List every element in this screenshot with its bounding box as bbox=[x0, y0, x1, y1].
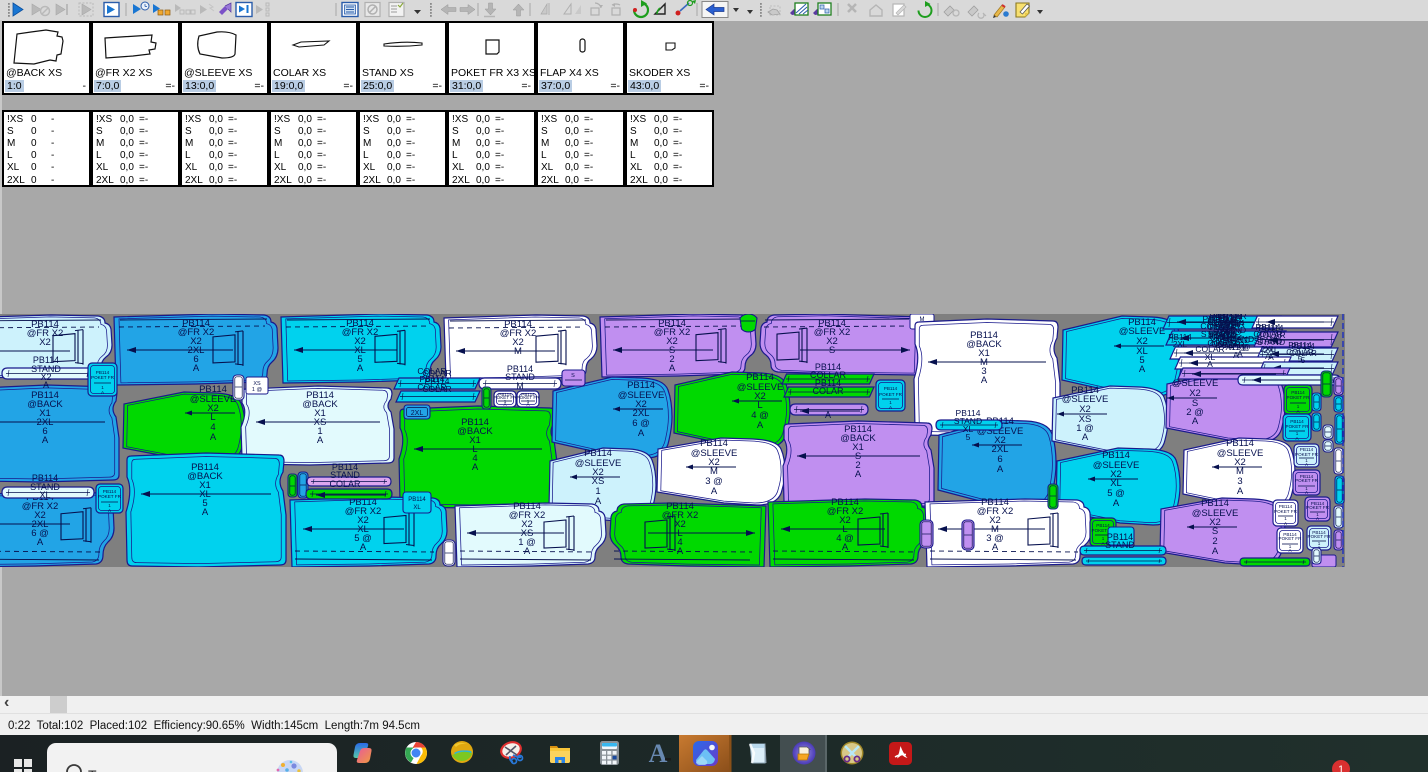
svg-text:A: A bbox=[1268, 352, 1274, 362]
svg-text:A: A bbox=[1207, 359, 1213, 369]
svg-text:A: A bbox=[992, 542, 999, 553]
svg-text:POKET FR: POKET FR bbox=[1286, 424, 1310, 429]
svg-text:STAND: STAND bbox=[1105, 540, 1135, 550]
svg-text:A: A bbox=[472, 462, 479, 473]
svg-text:POKET FR: POKET FR bbox=[1306, 505, 1330, 510]
svg-text:POKET FR: POKET FR bbox=[1295, 478, 1319, 483]
svg-text:5: 5 bbox=[1301, 356, 1306, 365]
svg-text:A: A bbox=[524, 546, 531, 557]
svg-text:POKET FR: POKET FR bbox=[1295, 452, 1319, 457]
svg-text:A: A bbox=[842, 542, 849, 553]
svg-text:POKET FR: POKET FR bbox=[1274, 509, 1298, 514]
svg-text:A: A bbox=[1113, 498, 1120, 509]
svg-text:A: A bbox=[1192, 416, 1199, 427]
svg-text:POKET FR: POKET FR bbox=[1308, 534, 1332, 539]
svg-text:A: A bbox=[42, 435, 49, 446]
svg-text:COLAR: COLAR bbox=[329, 479, 361, 489]
svg-text:PB114: PB114 bbox=[408, 497, 426, 503]
svg-text:A: A bbox=[649, 739, 668, 768]
svg-text:A: A bbox=[825, 410, 831, 420]
svg-text:A: A bbox=[37, 537, 44, 548]
svg-text:A: A bbox=[855, 469, 862, 480]
svg-text:M: M bbox=[516, 381, 524, 391]
svg-text:A: A bbox=[202, 507, 209, 518]
svg-text:XL: XL bbox=[413, 505, 421, 511]
svg-text:1 @: 1 @ bbox=[252, 387, 263, 393]
svg-text:A: A bbox=[360, 542, 367, 553]
svg-text:A: A bbox=[193, 363, 200, 374]
svg-text:A: A bbox=[1082, 432, 1089, 443]
svg-text:A: A bbox=[757, 420, 764, 431]
svg-text:5: 5 bbox=[966, 432, 971, 442]
svg-text:S: S bbox=[571, 373, 575, 379]
svg-text:POKET FR: POKET FR bbox=[1279, 536, 1303, 541]
svg-text:COLAR: COLAR bbox=[422, 384, 451, 394]
svg-text:POKET FR: POKET FR bbox=[91, 375, 115, 380]
svg-text:PB114: PB114 bbox=[884, 386, 898, 391]
svg-text:A: A bbox=[317, 435, 324, 446]
svg-text:Търси в интернет: Търси в интернет bbox=[88, 767, 203, 772]
svg-text:A: A bbox=[1233, 350, 1239, 360]
svg-text:COLAR: COLAR bbox=[812, 386, 844, 396]
svg-text:A: A bbox=[1212, 546, 1219, 557]
svg-text:A: A bbox=[711, 486, 718, 497]
svg-text:A: A bbox=[677, 546, 684, 557]
svg-text:A: A bbox=[981, 375, 988, 386]
svg-text:A: A bbox=[357, 363, 364, 374]
svg-text:A: A bbox=[638, 428, 645, 439]
svg-text:POKET FR: POKET FR bbox=[98, 494, 122, 499]
svg-text:POKET FR: POKET FR bbox=[879, 392, 903, 397]
svg-text:A: A bbox=[997, 464, 1004, 475]
svg-text:2XL: 2XL bbox=[1173, 340, 1188, 349]
svg-text:A: A bbox=[1237, 486, 1244, 497]
svg-text:1: 1 bbox=[1338, 764, 1344, 772]
svg-text:A: A bbox=[43, 380, 49, 390]
svg-text:2XL: 2XL bbox=[411, 410, 424, 417]
svg-text:A: A bbox=[669, 363, 676, 374]
svg-text:POKET FR: POKET FR bbox=[1287, 395, 1311, 400]
svg-text:A: A bbox=[1139, 364, 1146, 375]
svg-text:A: A bbox=[210, 432, 217, 443]
svg-text:XL: XL bbox=[39, 490, 50, 500]
svg-text:X2: X2 bbox=[39, 337, 51, 348]
